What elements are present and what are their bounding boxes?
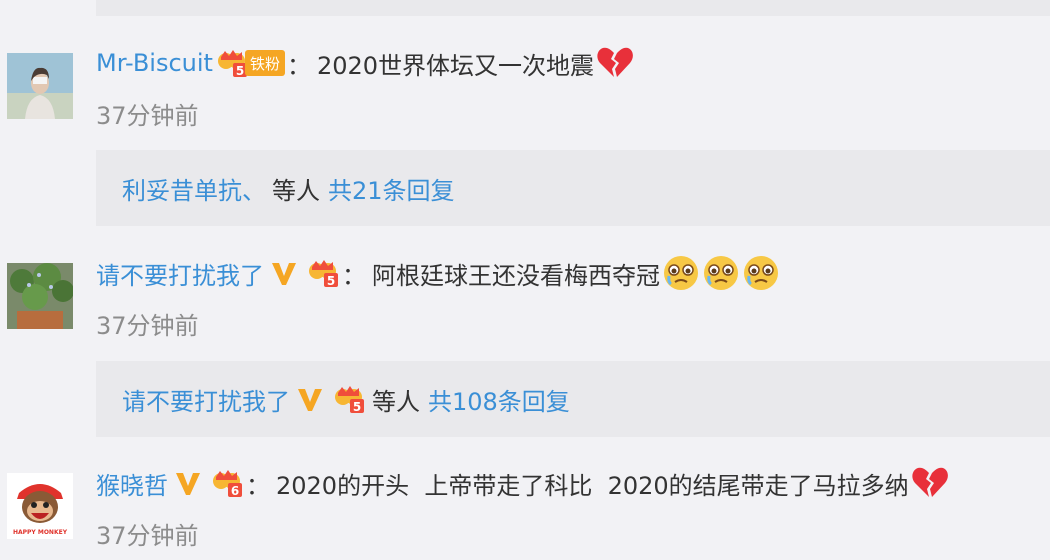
comment-text: 2020的开头 上帝带走了科比 2020的结尾带走了马拉多纳 — [276, 471, 909, 500]
reply-summary[interactable]: 利妥昔单抗、 等人 共21条回复 — [96, 150, 1050, 226]
comment-text: 阿根廷球王还没看梅西夺冠 — [372, 261, 660, 290]
crown-level-5-icon: 5 — [306, 257, 340, 289]
crown-level-5-icon: 5 — [332, 383, 366, 415]
svg-text:5: 5 — [327, 274, 335, 288]
svg-text:5: 5 — [236, 64, 244, 78]
avatar[interactable] — [7, 263, 73, 329]
avatar[interactable] — [7, 53, 73, 119]
verified-v-icon — [296, 385, 324, 413]
reply-count-link[interactable]: 共108条回复 — [428, 382, 570, 417]
verified-v-icon — [174, 469, 202, 497]
colon: ： — [286, 51, 311, 80]
comment-line: Mr-Biscuit 5 铁粉 ： 2020世界体坛又一次地震 — [96, 43, 634, 83]
colon: ： — [342, 261, 366, 290]
reply-middle-text: 等人 — [272, 176, 320, 205]
username-link[interactable]: Mr-Biscuit — [96, 49, 213, 77]
reply-user-link[interactable]: 利妥昔单抗、 — [122, 171, 266, 206]
verified-v-icon — [270, 259, 298, 287]
timestamp: 37分钟前 — [96, 101, 199, 130]
reply-summary[interactable]: 请不要打扰我了 5 等人 共108条回复 — [96, 361, 1050, 437]
crown-level-6-icon: 6 — [210, 467, 244, 499]
previous-reply-box — [96, 0, 1050, 16]
comment-text: 2020世界体坛又一次地震 — [316, 51, 595, 80]
reply-middle-text: 等人 — [372, 387, 420, 416]
crying-face-icon — [662, 254, 700, 292]
avatar[interactable]: HAPPY MONKEY — [7, 473, 73, 539]
svg-text:6: 6 — [231, 484, 239, 498]
broken-heart-icon — [596, 44, 634, 82]
crying-face-icon — [702, 254, 740, 292]
svg-text:5: 5 — [353, 400, 361, 414]
reply-user-link[interactable]: 请不要打扰我了 — [122, 382, 290, 417]
crying-face-icon — [742, 254, 780, 292]
timestamp: 37分钟前 — [96, 521, 199, 550]
crown-level-5-icon: 5 — [215, 47, 249, 79]
reply-count-link[interactable]: 共21条回复 — [328, 171, 455, 206]
avatar-caption: HAPPY MONKEY — [13, 529, 68, 536]
broken-heart-icon — [911, 464, 949, 502]
fan-badge: 铁粉 — [244, 50, 285, 76]
comment-line: 请不要打扰我了 5 ： 阿根廷球王还没看梅西夺冠 — [96, 253, 780, 293]
username-link[interactable]: 猴晓哲 — [96, 466, 168, 501]
timestamp: 37分钟前 — [96, 311, 199, 340]
comment-line: 猴晓哲 6 ： 2020的开头 上帝带走了科比 2020的结尾带走了马拉多纳 — [96, 463, 949, 503]
colon: ： — [246, 471, 270, 500]
username-link[interactable]: 请不要打扰我了 — [96, 256, 264, 291]
